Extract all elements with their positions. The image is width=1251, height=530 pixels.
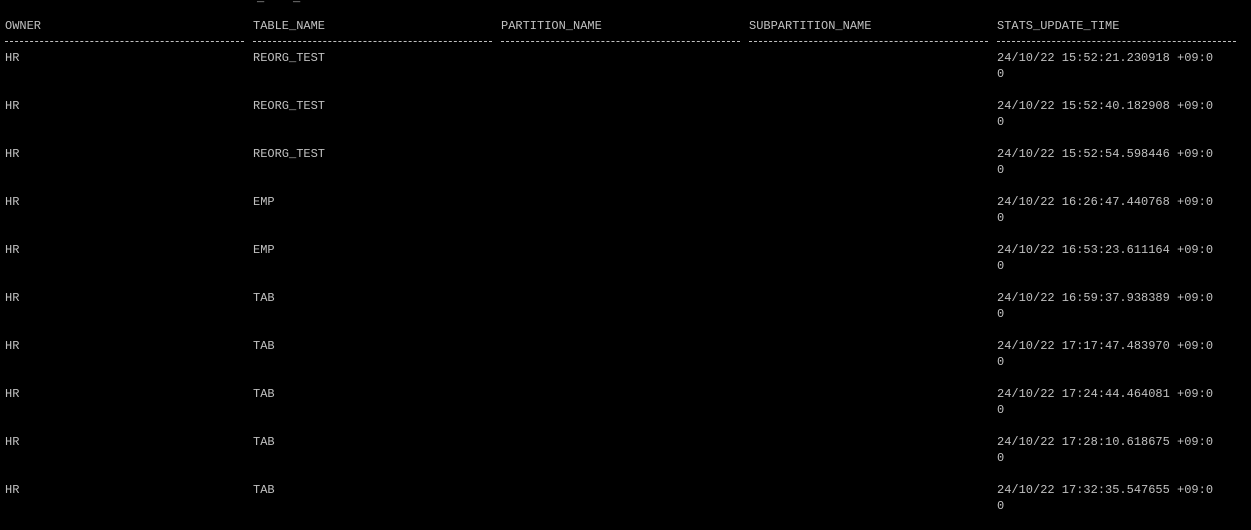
cell-stats-update-time: 24/10/22 17:17:47.483970 +09:0 [997,339,1214,353]
cell-stats-update-time: 24/10/22 15:52:21.230918 +09:0 [997,51,1214,65]
cell-stats-update-time: 24/10/22 17:32:35.547655 +09:0 [997,483,1214,497]
cell-table-name: TAB [253,483,275,497]
cell-table-name: TAB [253,435,275,449]
terminal-window[interactable]: _ _ OWNER TABLE_NAME PARTITION_NAME SUBP… [0,0,1251,530]
cell-stats-update-time-wrap: 0 [997,355,1005,369]
column-header-table-name: TABLE_NAME [253,19,326,33]
partial-previous-line: _ _ [5,0,300,6]
cell-owner: HR [5,147,20,161]
cell-owner: HR [5,243,20,257]
cell-stats-update-time: 24/10/22 17:28:10.618675 +09:0 [997,435,1214,449]
separator-owner [5,41,244,42]
cell-stats-update-time-wrap: 0 [997,163,1005,177]
cell-owner: HR [5,387,20,401]
cell-owner: HR [5,291,20,305]
cell-stats-update-time: 24/10/22 16:53:23.611164 +09:0 [997,243,1214,257]
cell-stats-update-time: 24/10/22 16:59:37.938389 +09:0 [997,291,1214,305]
cell-stats-update-time: 24/10/22 16:26:47.440768 +09:0 [997,195,1214,209]
cell-owner: HR [5,99,20,113]
cell-stats-update-time-wrap: 0 [997,307,1005,321]
cell-stats-update-time-wrap: 0 [997,403,1005,417]
cell-owner: HR [5,51,20,65]
cell-table-name: TAB [253,387,275,401]
cell-stats-update-time-wrap: 0 [997,211,1005,225]
cell-table-name: TAB [253,291,275,305]
column-header-owner: OWNER [5,19,42,33]
cell-table-name: REORG_TEST [253,99,326,113]
cell-owner: HR [5,483,20,497]
separator-stats-update-time [997,41,1236,42]
cell-table-name: REORG_TEST [253,147,326,161]
cell-stats-update-time: 24/10/22 15:52:54.598446 +09:0 [997,147,1214,161]
cell-stats-update-time-wrap: 0 [997,259,1005,273]
cell-owner: HR [5,435,20,449]
cell-stats-update-time-wrap: 0 [997,499,1005,513]
column-header-partition-name: PARTITION_NAME [501,19,602,33]
cell-stats-update-time: 24/10/22 15:52:40.182908 +09:0 [997,99,1214,113]
cell-table-name: TAB [253,339,275,353]
cell-table-name: EMP [253,243,275,257]
cell-stats-update-time-wrap: 0 [997,67,1005,81]
cell-owner: HR [5,195,20,209]
column-header-stats-update-time: STATS_UPDATE_TIME [997,19,1120,33]
cell-table-name: EMP [253,195,275,209]
cell-stats-update-time-wrap: 0 [997,451,1005,465]
cell-stats-update-time-wrap: 0 [997,115,1005,129]
separator-subpartition-name [749,41,988,42]
separator-partition-name [501,41,740,42]
cell-table-name: REORG_TEST [253,51,326,65]
separator-table-name [253,41,492,42]
cell-owner: HR [5,339,20,353]
column-header-subpartition-name: SUBPARTITION_NAME [749,19,872,33]
cell-stats-update-time: 24/10/22 17:24:44.464081 +09:0 [997,387,1214,401]
